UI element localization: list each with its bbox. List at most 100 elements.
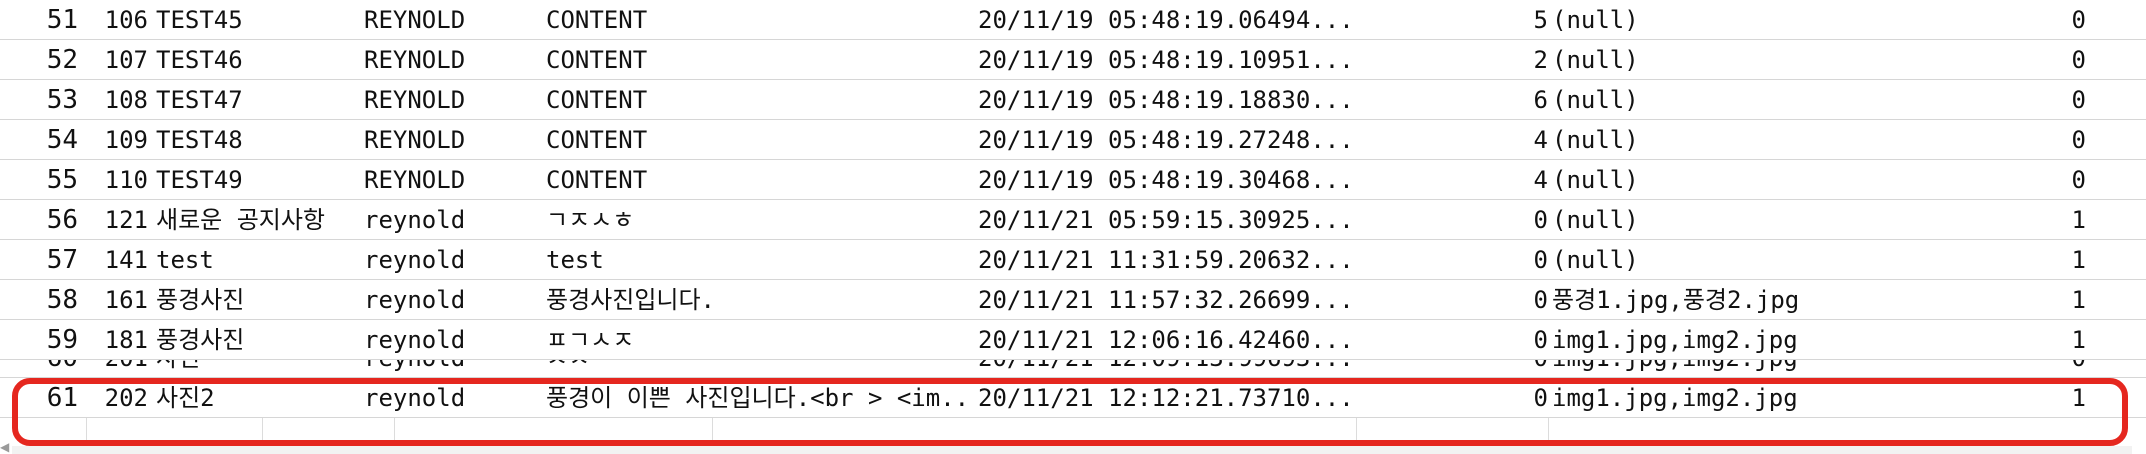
cell-status[interactable]: 0	[1848, 160, 2100, 199]
table-row[interactable]: 57 141 test reynold test 20/11/21 11:31:59.20…	[0, 240, 2146, 280]
cell-writer[interactable]: reynold	[362, 200, 538, 239]
cell-title[interactable]: TEST47	[152, 80, 358, 119]
cell-content[interactable]: 풍경사진입니다.	[544, 280, 974, 319]
cell-file[interactable]: (null)	[1550, 120, 1846, 159]
cell-writer[interactable]: reynold	[362, 320, 538, 359]
cell-status[interactable]: 0	[1848, 0, 2100, 39]
table-row[interactable]: 56 121 새로운 공지사항 reynold ㄱㅈㅅㅎ 20/11/21 05:59:1…	[0, 200, 2146, 240]
cell-title[interactable]: TEST49	[152, 160, 358, 199]
cell-id[interactable]: 106	[88, 0, 150, 39]
cell-writer[interactable]: reynold	[362, 378, 538, 417]
cell-writer[interactable]: REYNOLD	[362, 120, 538, 159]
scroll-left-arrow-icon[interactable]: ◀	[0, 440, 10, 454]
cell-writer[interactable]: REYNOLD	[362, 80, 538, 119]
cell-content[interactable]: ㅍㄱㅅㅈ	[544, 320, 974, 359]
cell-date[interactable]: 20/11/19 05:48:19.30468...	[976, 160, 1354, 199]
cell-hit[interactable]: 2	[1358, 40, 1548, 79]
row-number[interactable]: 52	[0, 40, 86, 79]
row-number[interactable]: 57	[0, 240, 86, 279]
cell-title[interactable]: 사진2	[152, 378, 358, 417]
cell-content[interactable]: test	[544, 240, 974, 279]
cell-date[interactable]: 20/11/19 05:48:19.27248...	[976, 120, 1354, 159]
cell-content[interactable]: CONTENT	[544, 0, 974, 39]
cell-id[interactable]: 161	[88, 280, 150, 319]
cell-date[interactable]: 20/11/21 05:59:15.30925...	[976, 200, 1354, 239]
cell-content[interactable]: CONTENT	[544, 40, 974, 79]
row-number[interactable]: 58	[0, 280, 86, 319]
cell-hit[interactable]: 4	[1358, 120, 1548, 159]
cell-id[interactable]: 121	[88, 200, 150, 239]
cell-content[interactable]: CONTENT	[544, 80, 974, 119]
cell-id[interactable]: 201	[88, 360, 150, 377]
cell-title[interactable]: test	[152, 240, 358, 279]
cell-hit[interactable]: 0	[1358, 360, 1548, 377]
cell-writer[interactable]: reynold	[362, 360, 538, 377]
cell-id[interactable]: 110	[88, 160, 150, 199]
horizontal-scrollbar[interactable]	[12, 446, 2132, 454]
cell-hit[interactable]: 6	[1358, 80, 1548, 119]
cell-hit[interactable]: 5	[1358, 0, 1548, 39]
row-number[interactable]: 56	[0, 200, 86, 239]
row-number[interactable]: 60	[0, 360, 86, 377]
cell-date[interactable]: 20/11/21 12:06:16.42460...	[976, 320, 1354, 359]
cell-hit[interactable]: 0	[1358, 320, 1548, 359]
cell-id[interactable]: 109	[88, 120, 150, 159]
cell-title[interactable]: 사진	[152, 360, 358, 377]
cell-id[interactable]: 108	[88, 80, 150, 119]
cell-file[interactable]: (null)	[1550, 200, 1846, 239]
cell-status[interactable]: 0	[1848, 80, 2100, 119]
cell-content[interactable]: 풍경이 이쁜 사진입니다.<br > <im...	[544, 378, 974, 417]
row-number[interactable]: 53	[0, 80, 86, 119]
table-row[interactable]: 53 108 TEST47 REYNOLD CONTENT 20/11/19 05:48:…	[0, 80, 2146, 120]
cell-writer[interactable]: reynold	[362, 240, 538, 279]
cell-id[interactable]: 141	[88, 240, 150, 279]
row-number[interactable]: 51	[0, 0, 86, 39]
cell-date[interactable]: 20/11/19 05:48:19.18830...	[976, 80, 1354, 119]
cell-title[interactable]: TEST48	[152, 120, 358, 159]
cell-content[interactable]: CONTENT	[544, 120, 974, 159]
cell-hit[interactable]: 4	[1358, 160, 1548, 199]
cell-date[interactable]: 20/11/21 12:09:13.99693...	[976, 360, 1354, 377]
cell-file[interactable]: img1.jpg,img2.jpg	[1550, 378, 1846, 417]
cell-date[interactable]: 20/11/19 05:48:19.10951...	[976, 40, 1354, 79]
cell-hit[interactable]: 0	[1358, 378, 1548, 417]
cell-file[interactable]: img1.jpg,img2.jpg	[1550, 360, 1846, 377]
cell-status[interactable]: 0	[1848, 360, 2100, 377]
cell-file[interactable]: (null)	[1550, 80, 1846, 119]
cell-content[interactable]: ㅅㅈ	[544, 360, 974, 377]
table-row[interactable]: 60201사진reynold ㅅㅈ20/11/21 12:09:13.99693.…	[0, 360, 2146, 378]
cell-hit[interactable]: 0	[1358, 280, 1548, 319]
cell-status[interactable]: 1	[1848, 200, 2100, 239]
cell-writer[interactable]: reynold	[362, 280, 538, 319]
cell-writer[interactable]: REYNOLD	[362, 0, 538, 39]
cell-date[interactable]: 20/11/21 11:57:32.26699...	[976, 280, 1354, 319]
cell-id[interactable]: 181	[88, 320, 150, 359]
cell-title[interactable]: 새로운 공지사항	[152, 200, 358, 239]
table-row[interactable]: 54 109 TEST48 REYNOLD CONTENT 20/11/19 05:48:…	[0, 120, 2146, 160]
cell-date[interactable]: 20/11/21 11:31:59.20632...	[976, 240, 1354, 279]
cell-title[interactable]: 풍경사진	[152, 320, 358, 359]
table-row[interactable]: 51 106 TEST45 REYNOLD CONTENT 20/11/19 05:48:…	[0, 0, 2146, 40]
table-row[interactable]: 55 110 TEST49 REYNOLD CONTENT 20/11/19 05:48:…	[0, 160, 2146, 200]
cell-status[interactable]: 1	[1848, 240, 2100, 279]
cell-date[interactable]: 20/11/21 12:12:21.73710...	[976, 378, 1354, 417]
cell-id[interactable]: 107	[88, 40, 150, 79]
cell-hit[interactable]: 0	[1358, 200, 1548, 239]
cell-file[interactable]: (null)	[1550, 160, 1846, 199]
cell-status[interactable]: 1	[1848, 320, 2100, 359]
cell-writer[interactable]: REYNOLD	[362, 40, 538, 79]
cell-file[interactable]: (null)	[1550, 240, 1846, 279]
table-row[interactable]: 61 202 사진2 reynold 풍경이 이쁜 사진입니다.<br > <im...…	[0, 378, 2146, 418]
table-row[interactable]: 59 181 풍경사진 reynold ㅍㄱㅅㅈ 20/11/21 12:06:16.42…	[0, 320, 2146, 360]
cell-content[interactable]: CONTENT	[544, 160, 974, 199]
table-row[interactable]: 52 107 TEST46 REYNOLD CONTENT 20/11/19 05:48:…	[0, 40, 2146, 80]
cell-status[interactable]: 1	[1848, 378, 2100, 417]
cell-date[interactable]: 20/11/19 05:48:19.06494...	[976, 0, 1354, 39]
cell-title[interactable]: 풍경사진	[152, 280, 358, 319]
table-row[interactable]: 58 161 풍경사진 reynold 풍경사진입니다. 20/11/21 11:57:3…	[0, 280, 2146, 320]
cell-status[interactable]: 0	[1848, 40, 2100, 79]
row-number[interactable]: 61	[0, 378, 86, 417]
cell-file[interactable]: (null)	[1550, 0, 1846, 39]
row-number[interactable]: 54	[0, 120, 86, 159]
row-number[interactable]: 55	[0, 160, 86, 199]
